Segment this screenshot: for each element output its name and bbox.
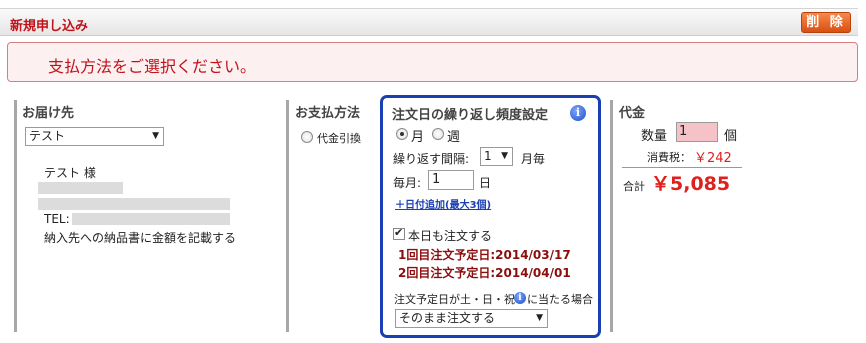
interval-unit: 月毎 (521, 152, 546, 166)
delivery-name: テスト 様 (44, 166, 96, 180)
alert-box: 支払方法をご選択ください。 (7, 42, 858, 82)
frequency-month-radio[interactable] (396, 128, 408, 140)
schedule-date-1: 1回目注文予定日:2014/03/17 (398, 248, 571, 262)
chevron-down-icon: ▼ (152, 131, 159, 141)
frequency-title: 注文日の繰り返し頻度設定 (392, 108, 549, 123)
quantity-unit: 個 (724, 129, 738, 144)
info-icon[interactable]: i (570, 105, 586, 121)
quantity-label: 数量 (641, 129, 668, 144)
redacted-address-2 (38, 198, 230, 210)
column-divider-price (610, 100, 613, 332)
tax-value: ￥242 (694, 151, 732, 166)
price-title: 代金 (619, 106, 646, 121)
interval-select[interactable]: 1 ▼ (480, 147, 513, 166)
holiday-select[interactable]: そのまま注文する ▼ (395, 309, 548, 328)
redacted-address-1 (38, 182, 123, 194)
payment-title: お支払方法 (295, 106, 361, 121)
tax-label: 消費税： (647, 151, 691, 164)
delivery-select[interactable]: テスト ▼ (25, 127, 164, 146)
total-divider (622, 167, 742, 168)
day-input[interactable]: 1 (428, 170, 474, 190)
column-divider-payment (286, 100, 289, 332)
payment-cod-radio[interactable] (301, 131, 313, 143)
frequency-panel: 注文日の繰り返し頻度設定 i 月 週 繰り返す間隔: 1 ▼ 月毎 毎月: 1 … (380, 95, 601, 338)
schedule-date-2: 2回目注文予定日:2014/04/01 (398, 266, 571, 280)
column-divider-left (14, 100, 17, 332)
header-bar: 新規申し込み 削 除 (0, 8, 858, 36)
interval-select-value: 1 (484, 149, 492, 163)
holiday-select-value: そのまま注文する (399, 311, 496, 325)
delivery-note: 納入先への納品書に金額を記載する (44, 231, 237, 245)
info-icon[interactable]: i (514, 292, 526, 304)
total-label: 合計 (623, 180, 645, 193)
holiday-note-prefix: 注文予定日が土・日・祝 (394, 293, 515, 306)
chevron-down-icon: ▼ (501, 151, 508, 161)
delivery-select-value: テスト (29, 129, 66, 143)
frequency-month-label: 月 (411, 130, 425, 145)
chevron-down-icon: ▼ (536, 313, 543, 323)
today-order-label: 本日も注文する (408, 229, 493, 243)
monthly-label: 毎月: (393, 176, 422, 190)
holiday-note-suffix: に当たる場合 (527, 293, 593, 306)
total-value: ￥5,085 (651, 173, 731, 195)
payment-cod-label: 代金引換 (317, 132, 361, 145)
alert-message: 支払方法をご選択ください。 (48, 57, 257, 76)
frequency-week-radio[interactable] (432, 128, 444, 140)
delivery-tel-label: TEL: (44, 212, 70, 226)
page-title: 新規申し込み (10, 19, 89, 34)
quantity-input[interactable]: 1 (676, 122, 718, 142)
add-date-link[interactable]: ＋日付追加(最大3個) (395, 196, 491, 211)
today-order-checkbox[interactable] (393, 226, 405, 240)
delete-button[interactable]: 削 除 (801, 12, 851, 33)
delivery-title: お届け先 (22, 106, 75, 121)
frequency-week-label: 週 (447, 130, 461, 145)
redacted-tel (72, 213, 230, 225)
interval-label: 繰り返す間隔: (393, 152, 470, 166)
day-unit: 日 (479, 176, 492, 190)
